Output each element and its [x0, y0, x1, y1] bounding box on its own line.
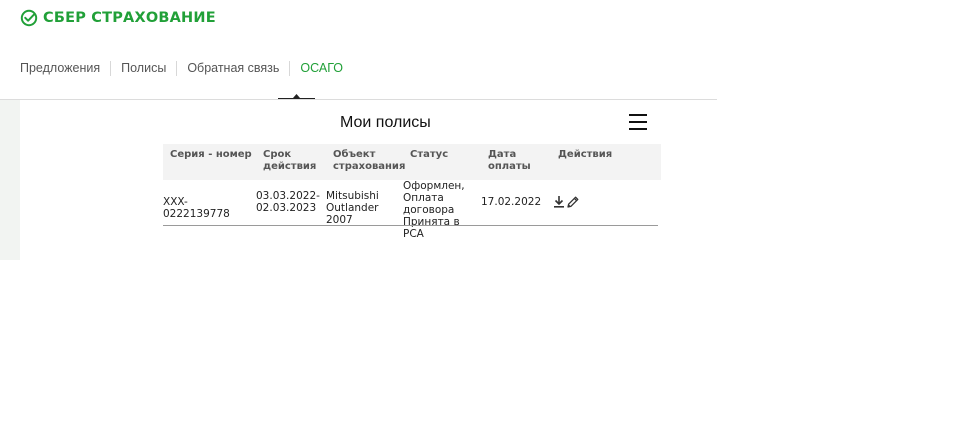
policy-number: XXX- 0222139778: [163, 196, 230, 220]
nav-item-osago[interactable]: ОСАГО: [289, 61, 353, 76]
nav-divider: [0, 99, 717, 100]
main-nav: Предложения Полисы Обратная связь ОСАГО: [20, 61, 353, 76]
side-panel: [0, 100, 20, 260]
column-header-object: Объект страхования: [333, 149, 406, 172]
nav-item-feedback[interactable]: Обратная связь: [176, 61, 289, 76]
column-header-actions: Действия: [558, 149, 613, 160]
column-header-status: Статус: [410, 149, 449, 160]
brand-logo[interactable]: СБЕР СТРАХОВАНИЕ: [20, 9, 216, 27]
edit-pencil-icon[interactable]: [566, 195, 580, 209]
column-header-term: Срок действия: [263, 149, 317, 172]
policy-object: Mitsubishi Outlander 2007: [326, 190, 379, 226]
sber-check-icon: [20, 9, 38, 27]
nav-item-offers[interactable]: Предложения: [20, 61, 110, 76]
nav-item-policies[interactable]: Полисы: [110, 61, 176, 76]
column-header-payment-date: Дата оплаты: [488, 149, 531, 172]
hamburger-icon[interactable]: [628, 112, 648, 132]
page-title: Мои полисы: [340, 114, 431, 131]
download-icon[interactable]: [552, 195, 566, 209]
policies-table-header: Серия - номер Срок действия Объект страх…: [163, 144, 661, 180]
row-divider: [163, 225, 658, 226]
policy-status: Оформлен, Оплата договора Принята в РСА: [403, 180, 465, 240]
brand-name: СБЕР СТРАХОВАНИЕ: [43, 10, 216, 26]
column-header-number: Серия - номер: [170, 149, 252, 160]
policy-payment-date: 17.02.2022: [481, 196, 542, 208]
policy-term: 03.03.2022-02.03.2023: [256, 190, 320, 214]
